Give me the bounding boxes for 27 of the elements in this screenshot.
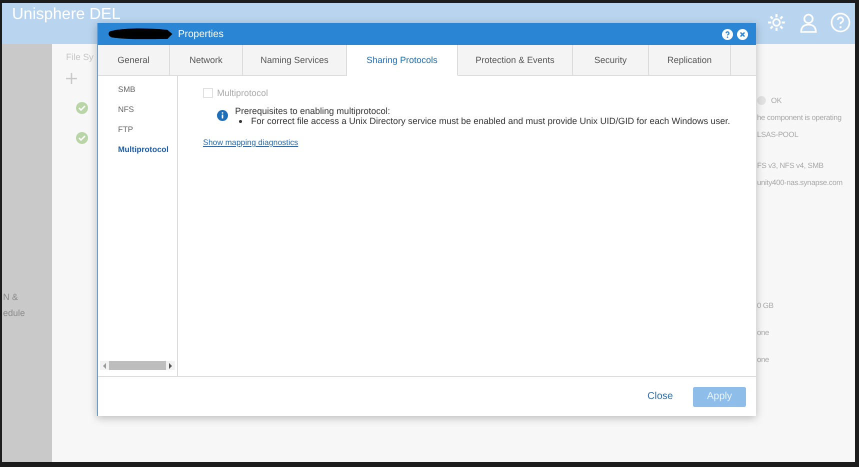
tab[interactable]: Replication [649,45,731,75]
help-icon[interactable] [722,28,733,40]
section-item[interactable]: FTP [118,124,177,135]
user-icon[interactable] [798,12,819,33]
add-icon[interactable] [66,73,77,84]
dialog-title: Properties [178,28,224,40]
section-item[interactable]: NFS [118,104,177,115]
info-icon [217,110,228,121]
tab[interactable]: Security [573,45,649,75]
bullet-icon [239,120,242,122]
close-icon[interactable] [737,28,748,40]
tab[interactable]: General [98,45,170,75]
section-item[interactable]: SMB [118,84,177,95]
status-icon [757,96,766,105]
check-circle-icon [76,132,88,144]
check-circle-icon [76,102,88,114]
section-item[interactable]: Multiprotocol [118,144,177,155]
tab[interactable]: Network [170,45,243,75]
settings-icon[interactable] [766,12,787,33]
close-button[interactable]: Close [641,387,679,406]
info-text: For correct file access a Unix Directory service must be enabled and must provide Unix UID/GID for each Windows user. [251,116,730,126]
tab[interactable]: Sharing Protocols [347,45,458,76]
tab[interactable]: Protection & Events [458,45,573,75]
info-heading: Prerequisites to enabling multiprotocol: [235,106,392,116]
app-title: Unisphere DEL [12,6,120,23]
mapping-diagnostics-link[interactable]: Show mapping diagnostics [203,138,298,147]
horizontal-scrollbar[interactable] [100,361,175,370]
